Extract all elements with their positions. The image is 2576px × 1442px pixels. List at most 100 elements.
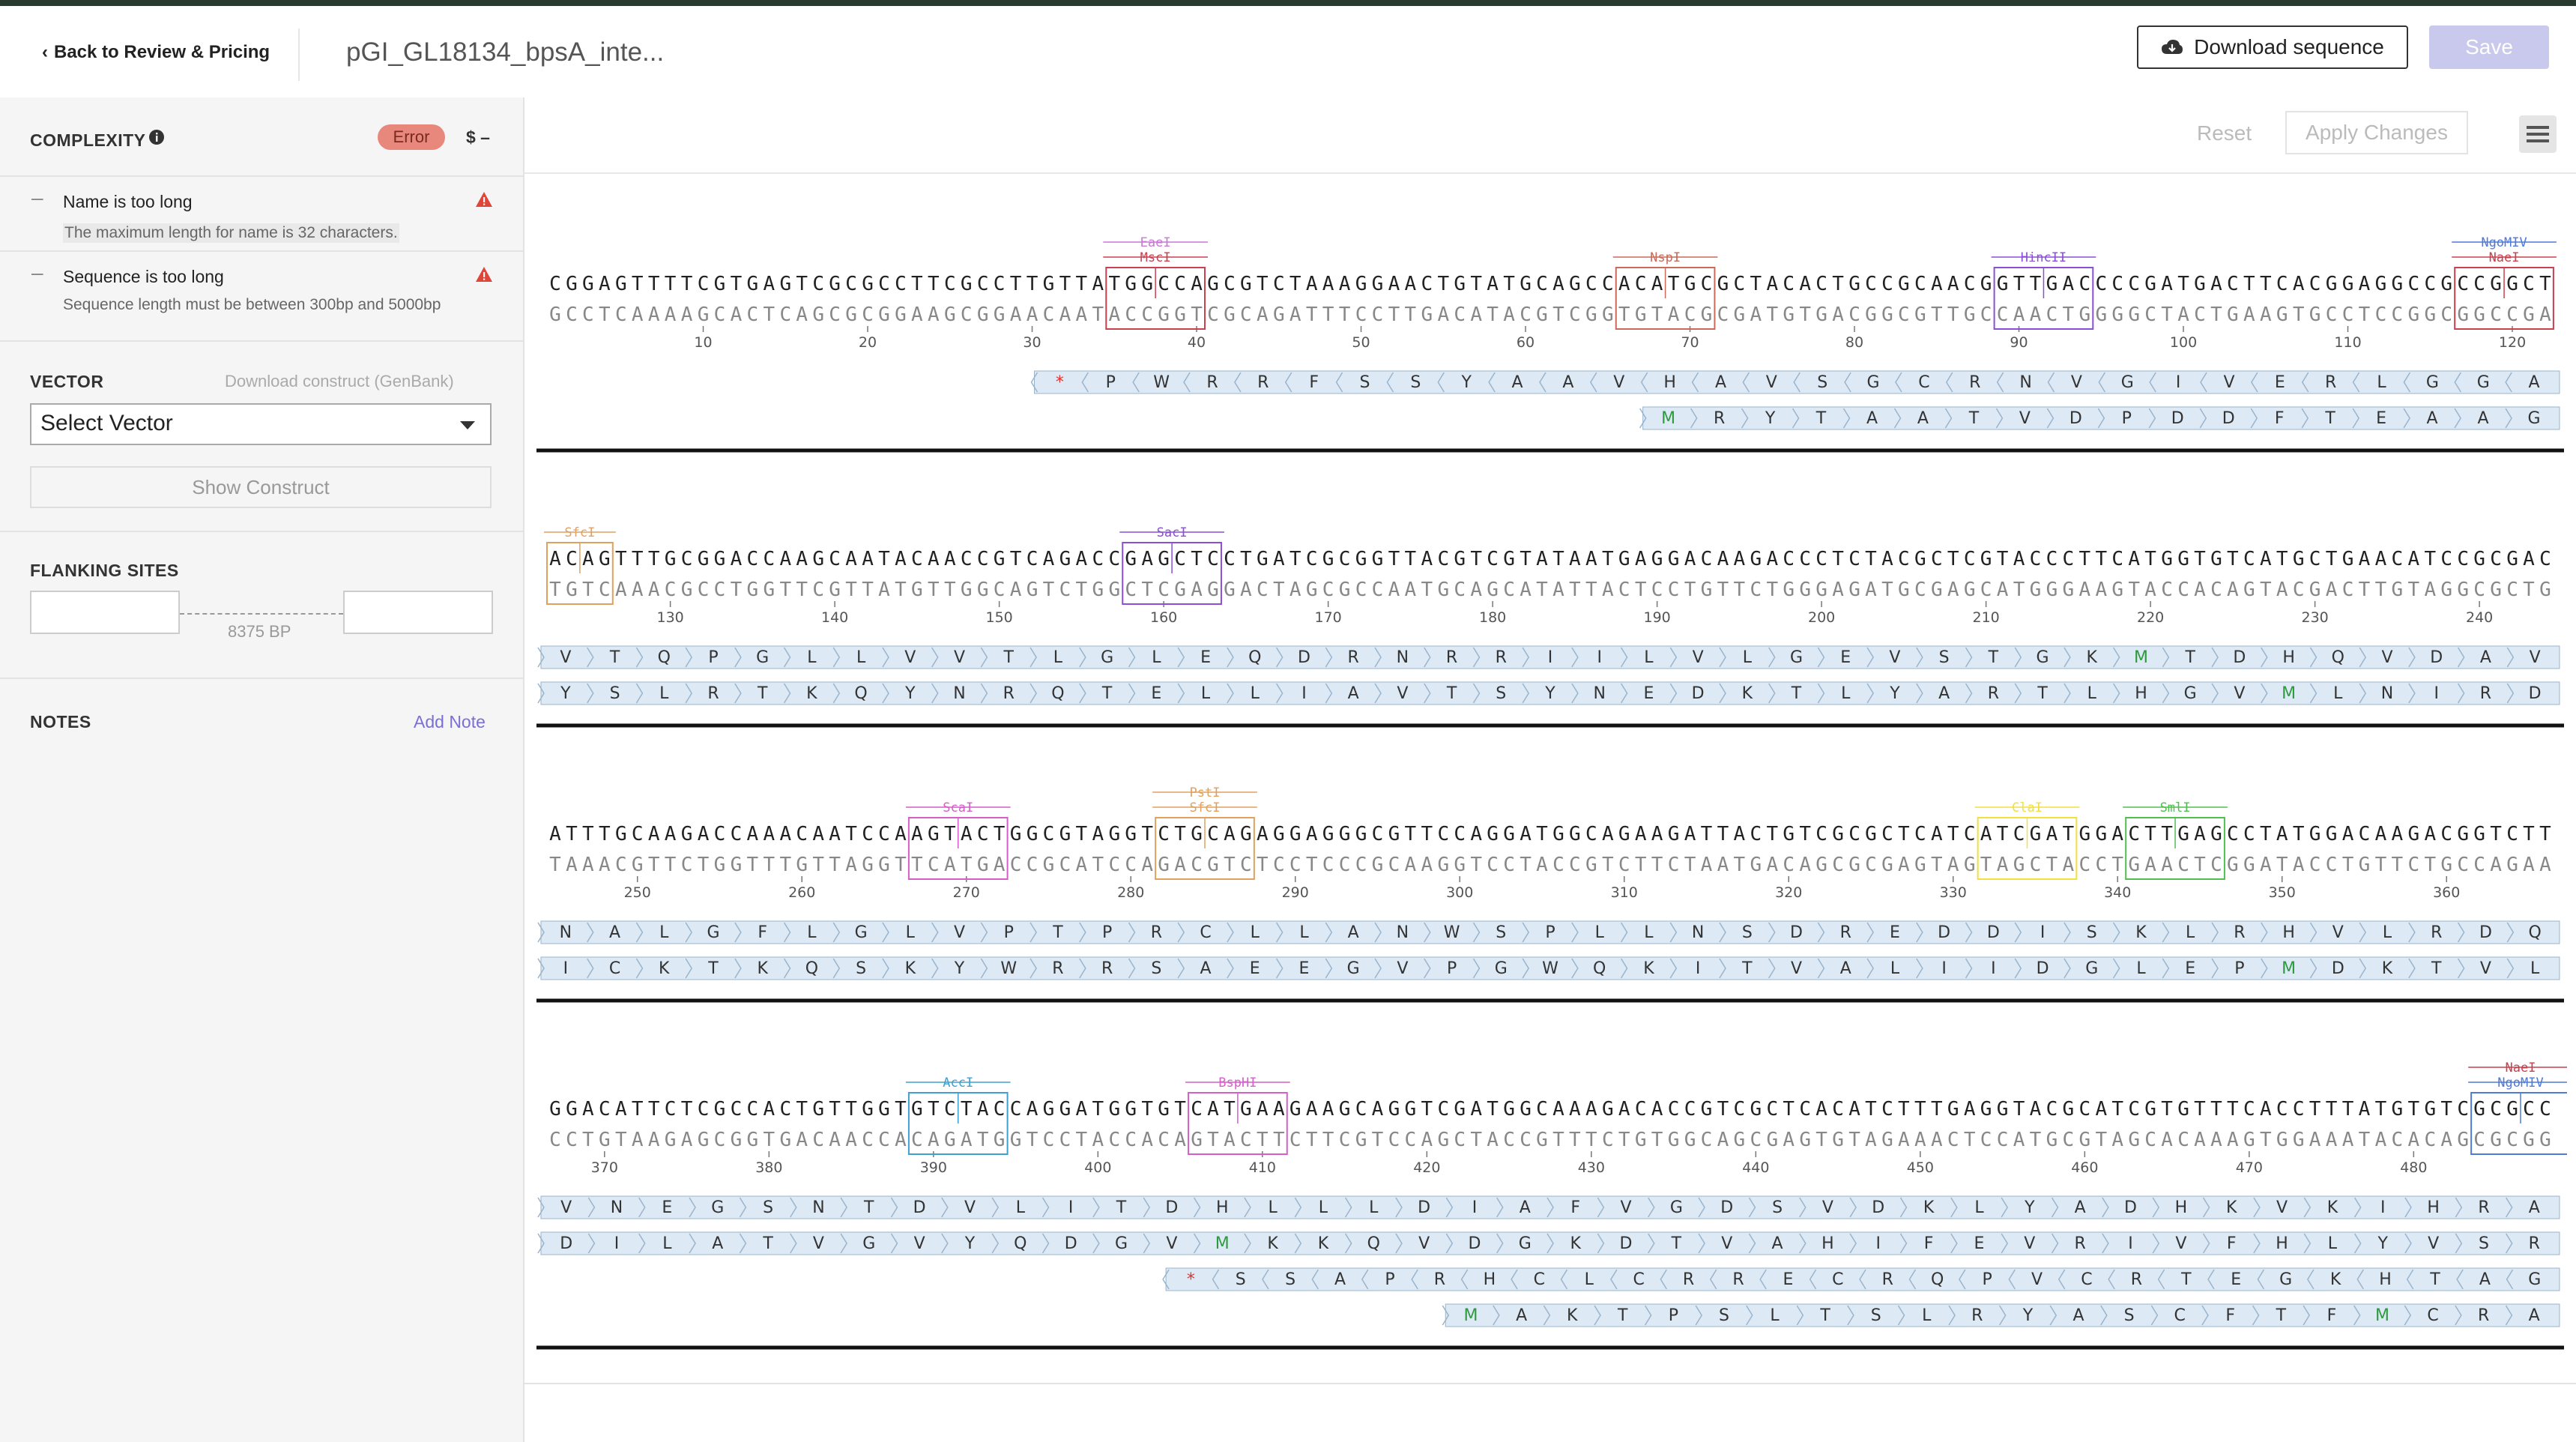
base-bottom: C [2407, 854, 2419, 876]
enzyme-label[interactable]: SmlI [2160, 800, 2191, 815]
base-bottom: C [1125, 579, 1137, 601]
enzyme-label[interactable]: NgoMIV [2481, 235, 2527, 250]
base-top: A [1734, 548, 1746, 570]
amino-acid: D [1165, 1198, 1178, 1217]
base-top: T [1898, 1098, 1910, 1120]
base-bottom: C [862, 1129, 874, 1151]
amino-acid: V [914, 1234, 925, 1253]
enzyme-label[interactable]: BspHI [1218, 1076, 1257, 1090]
enzyme-label[interactable]: NaeI [2506, 1061, 2536, 1076]
base-bottom: A [1141, 854, 1153, 876]
sequence-row[interactable]: GGACATTCTCGCCACTGTTGGTGTCTACCAGGATGGTGTC… [536, 1061, 2567, 1350]
sequence-row[interactable]: ACAGTTTGCGGACCAAGCAATACAACCGTCAGACCGAGCT… [536, 525, 2564, 728]
amino-acid: A [2529, 373, 2540, 392]
base-top: C [911, 548, 923, 570]
base-top: T [911, 273, 923, 295]
add-note-link[interactable]: Add Note [414, 712, 486, 732]
collapse-icon[interactable]: – [31, 261, 43, 285]
enzyme-label[interactable]: SfcI [564, 525, 595, 540]
amino-acid: V [2031, 1270, 2043, 1289]
base-bottom: C [582, 304, 594, 326]
enzyme-label[interactable]: AccI [943, 1076, 973, 1090]
base-top: C [1734, 1098, 1746, 1120]
base-top: G [1043, 1098, 1055, 1120]
tick-label: 170 [1314, 609, 1341, 626]
translation-frame[interactable] [540, 1195, 2560, 1219]
translation-frame[interactable] [1165, 1267, 2560, 1291]
sequence-map[interactable]: CGGAGTTTTCGTGAGTCGCGCCTTCGCCTTGTTATGGCCA… [536, 184, 2567, 1405]
enzyme-label[interactable]: HincII [2021, 250, 2066, 265]
vector-select[interactable]: Select Vector [30, 403, 492, 445]
save-button[interactable]: Save [2429, 25, 2549, 69]
apply-changes-button[interactable]: Apply Changes [2285, 111, 2468, 154]
base-top: T [1174, 1098, 1186, 1120]
base-bottom: A [1470, 579, 1482, 601]
amino-acid: G [2085, 959, 2098, 978]
base-top: T [1536, 823, 1548, 845]
collapse-icon[interactable]: – [31, 186, 43, 210]
base-top: G [2342, 273, 2354, 295]
back-link[interactable]: ‹ Back to Review & Pricing [42, 42, 270, 63]
base-bottom: G [1010, 1129, 1022, 1151]
base-top: G [566, 273, 578, 295]
reset-button[interactable]: Reset [2197, 121, 2252, 145]
amino-acid: Y [964, 1234, 976, 1253]
base-bottom: T [1684, 854, 1696, 876]
amino-acid: T [609, 648, 620, 667]
base-bottom: A [2375, 1129, 2387, 1151]
base-bottom: C [1865, 854, 1877, 876]
base-top: A [2128, 548, 2140, 570]
download-construct-link[interactable]: Download construct (GenBank) [225, 372, 454, 391]
amino-acid: V [1166, 1234, 1177, 1253]
base-bottom: C [961, 304, 973, 326]
base-bottom: T [1931, 854, 1943, 876]
translation-frame[interactable] [1642, 406, 2560, 430]
enzyme-label[interactable]: EaeI [1140, 235, 1171, 250]
left-flank-input[interactable] [30, 591, 180, 634]
cut-site-box[interactable] [2470, 1092, 2567, 1155]
enzyme-label[interactable]: NspI [1650, 250, 1681, 265]
hamburger-menu-icon[interactable] [2519, 115, 2557, 153]
enzyme-label[interactable]: NgoMIV [2497, 1076, 2543, 1090]
sequence-row[interactable]: CGGAGTTTTCGTGAGTCGCGCCTTCGCCTTGTTATGGCCA… [536, 235, 2564, 453]
translation-frame[interactable] [1445, 1303, 2560, 1327]
base-top: C [2490, 548, 2502, 570]
base-top: T [2326, 548, 2338, 570]
enzyme-label[interactable]: PstI [1190, 785, 1221, 800]
base-bottom: G [944, 304, 956, 326]
base-top: G [1355, 273, 1367, 295]
enzyme-label[interactable]: MscI [1140, 250, 1171, 265]
base-top: A [2359, 273, 2371, 295]
base-top: C [1536, 273, 1548, 295]
amino-acid: R [2480, 684, 2491, 703]
info-icon[interactable] [148, 129, 165, 145]
base-bottom: G [1914, 304, 1926, 326]
base-top: G [1027, 823, 1038, 845]
base-top: C [862, 823, 874, 845]
base-bottom: C [1750, 579, 1762, 601]
right-flank-input[interactable] [343, 591, 493, 634]
base-bottom: A [2539, 304, 2551, 326]
enzyme-label[interactable]: SacI [1157, 525, 1188, 540]
base-top: T [2523, 823, 2535, 845]
translation-frame[interactable] [540, 1231, 2560, 1255]
amino-acid: A [2529, 1198, 2540, 1217]
tick-label: 270 [953, 884, 980, 901]
base-top: T [1717, 823, 1729, 845]
amino-acid: Q [1593, 959, 1606, 978]
download-sequence-button[interactable]: Download sequence [2137, 25, 2408, 69]
enzyme-label[interactable]: ClaI [2012, 800, 2043, 815]
sequence-row[interactable]: ATTTGCAAGACCAAACAATCCAAGTACTGGCGTAGGTCTG… [536, 785, 2564, 1003]
enzyme-label[interactable]: NaeI [2489, 250, 2520, 265]
amino-acid: R [2075, 1234, 2086, 1253]
show-construct-button[interactable]: Show Construct [30, 466, 492, 508]
amino-acid: H [2282, 923, 2295, 942]
enzyme-label[interactable]: SfcI [1190, 800, 1221, 815]
base-bottom: G [1799, 579, 1811, 601]
base-top: A [615, 1098, 627, 1120]
base-bottom: A [796, 1129, 808, 1151]
enzyme-label[interactable]: ScaI [943, 800, 973, 815]
amino-acid: I [1301, 684, 1307, 703]
base-top: T [1405, 823, 1417, 845]
amino-acid: E [1890, 923, 1900, 942]
